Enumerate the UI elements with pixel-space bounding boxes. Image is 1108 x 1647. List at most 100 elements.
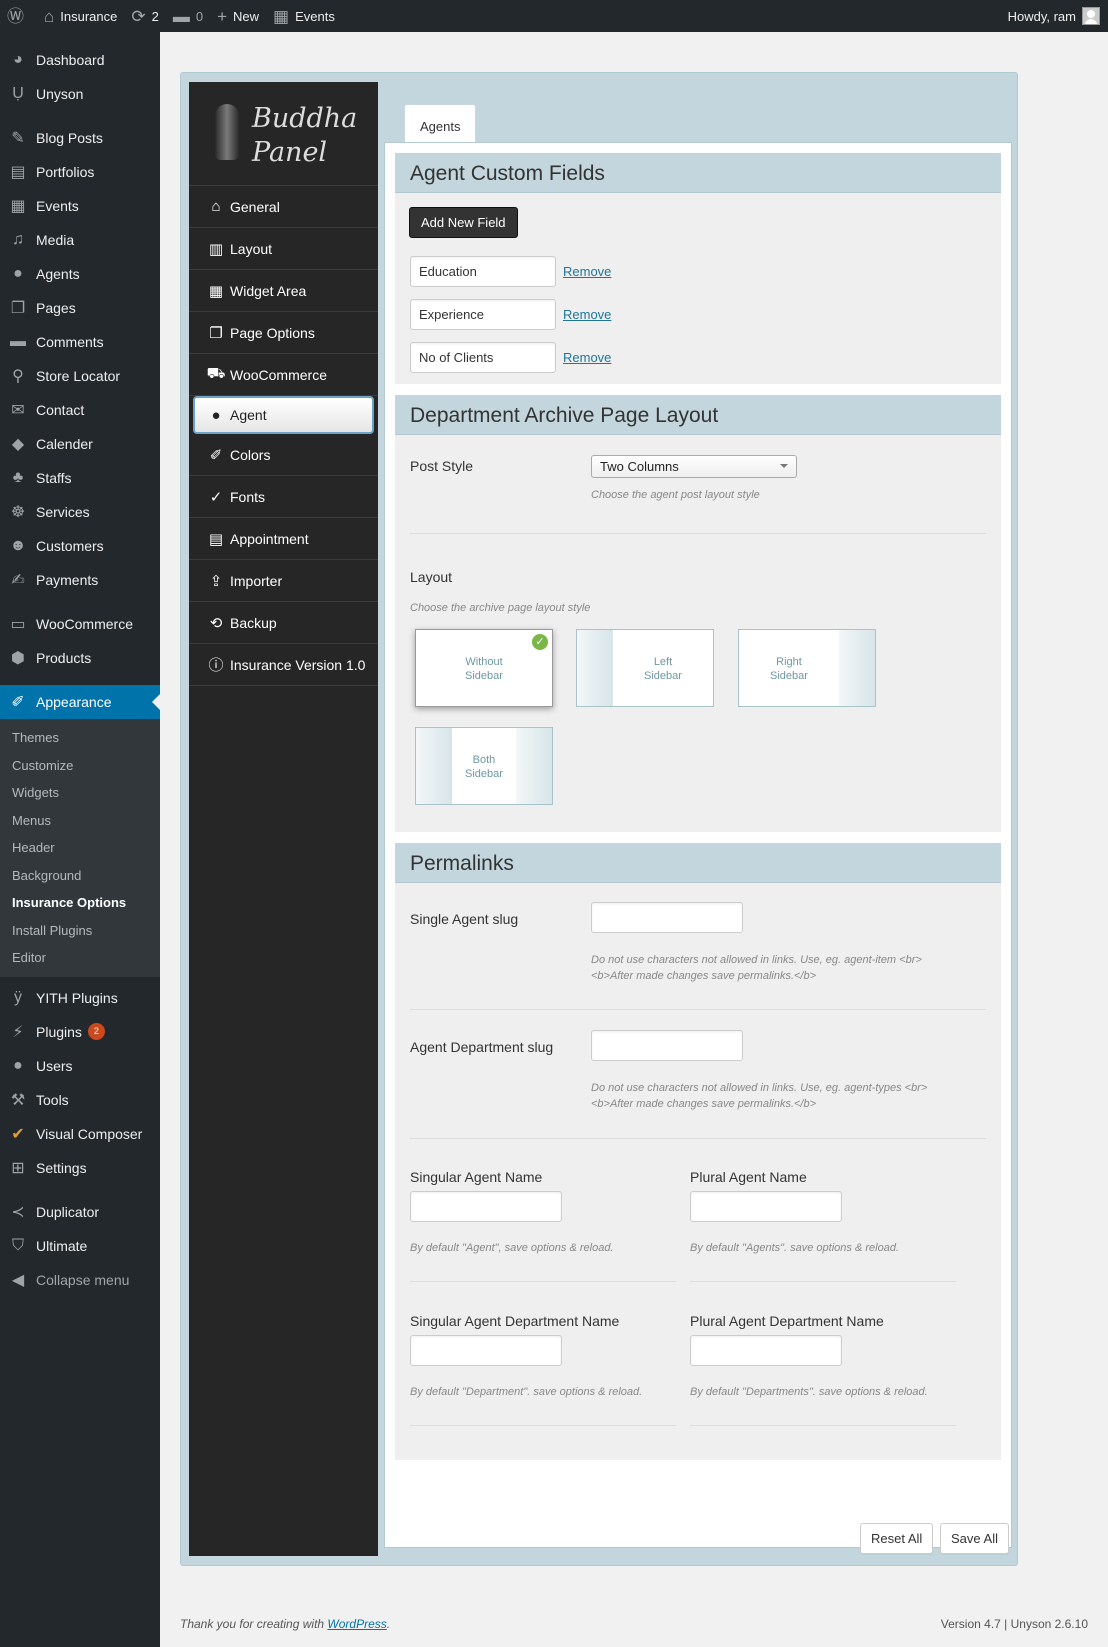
panel-nav-appointment[interactable]: ▤ Appointment (189, 518, 378, 560)
panel-tabs: Agents (404, 104, 477, 144)
wp-logo-button[interactable]: Ⓦ (0, 0, 37, 32)
menu-item-blog-posts[interactable]: ✎ Blog Posts (0, 121, 160, 155)
add-new-field-button[interactable]: Add New Field (409, 207, 518, 238)
singular-agent-name-input[interactable] (410, 1191, 562, 1222)
form-icon: ▤ (208, 530, 224, 548)
menu-item-visual-composer[interactable]: ✔ Visual Composer (0, 1117, 160, 1151)
sidebar-shape (577, 630, 613, 706)
save-all-button[interactable]: Save All (940, 1523, 1009, 1554)
menu-item-yith-plugins[interactable]: ÿ YITH Plugins (0, 981, 160, 1015)
menu-item-pages[interactable]: ❐ Pages (0, 291, 160, 325)
menu-item-events[interactable]: ▦ Events (0, 189, 160, 223)
singular-department-name-input[interactable] (410, 1335, 562, 1366)
panel-nav-version[interactable]: ⓘ Insurance Version 1.0 (189, 644, 378, 686)
panel-nav-general[interactable]: ⌂ General (189, 186, 378, 228)
my-account-link[interactable]: Howdy, ram (1001, 0, 1108, 32)
menu-item-woocommerce[interactable]: ▭ WooCommerce (0, 607, 160, 641)
panel-nav-page-options[interactable]: ❐ Page Options (189, 312, 378, 354)
archive-layout-section: Department Archive Page Layout Post Styl… (395, 395, 1001, 832)
menu-item-appearance[interactable]: ✐ Appearance (0, 685, 160, 719)
panel-nav-colors[interactable]: ✐ Colors (189, 434, 378, 476)
settings-icon: ⊞ (11, 1159, 25, 1177)
new-content-link[interactable]: + New (210, 0, 266, 32)
remove-field-link[interactable]: Remove (563, 264, 611, 279)
comment-icon: ▬ (172, 6, 190, 26)
layout-option-left-sidebar[interactable]: Left Sidebar (576, 629, 714, 707)
panel-nav-backup[interactable]: ⟲ Backup (189, 602, 378, 644)
submenu-item-header[interactable]: Header (0, 834, 160, 862)
menu-item-settings[interactable]: ⊞ Settings (0, 1151, 160, 1185)
menu-item-tools[interactable]: ⚒ Tools (0, 1083, 160, 1117)
updates-link[interactable]: ⟳ 2 (124, 0, 165, 32)
plural-department-name-input[interactable] (690, 1335, 842, 1366)
tab-agents[interactable]: Agents (404, 104, 477, 144)
divider (410, 1138, 986, 1139)
singular-agent-name-hint: By default "Agent", save options & reloa… (410, 1242, 614, 1254)
menu-item-unyson[interactable]: Ụ Unyson (0, 77, 160, 111)
layout-icon: ▥ (208, 240, 224, 258)
wordpress-link[interactable]: WordPress (327, 1617, 386, 1631)
custom-field-input[interactable]: Education (410, 256, 556, 287)
menu-item-customers[interactable]: ☻ Customers (0, 529, 160, 563)
remove-field-link[interactable]: Remove (563, 307, 611, 322)
wordpress-icon: Ⓦ (7, 6, 24, 26)
menu-item-services[interactable]: ☸ Services (0, 495, 160, 529)
menu-item-users[interactable]: ● Users (0, 1049, 160, 1083)
divider (410, 533, 986, 534)
reset-all-button[interactable]: Reset All (860, 1523, 934, 1554)
remove-field-link[interactable]: Remove (563, 350, 611, 365)
submenu-item-menus[interactable]: Menus (0, 807, 160, 835)
submenu-item-install-plugins[interactable]: Install Plugins (0, 917, 160, 945)
chevron-down-icon (780, 464, 788, 472)
layout-option-without-sidebar[interactable]: Without Sidebar ✓ (415, 629, 553, 707)
custom-field-input[interactable]: Experience (410, 299, 556, 330)
menu-item-portfolios[interactable]: ▤ Portfolios (0, 155, 160, 189)
panel-nav-agent[interactable]: ● Agent (193, 396, 374, 434)
dashboard-icon: ◕ (13, 51, 23, 68)
custom-field-input[interactable]: No of Clients (410, 342, 556, 373)
post-style-select[interactable]: Two Columns (591, 455, 797, 478)
panel-nav-woocommerce[interactable]: ⛟ WooCommerce (189, 354, 378, 396)
menu-item-plugins[interactable]: ⚡ Plugins 2 (0, 1015, 160, 1049)
menu-item-dashboard[interactable]: ◕ Dashboard (0, 43, 160, 77)
admin-bar: Ⓦ ⌂ Insurance ⟳ 2 ▬ 0 + New ▦ Events Howdy, r… (0, 0, 1108, 32)
single-agent-slug-input[interactable] (591, 902, 743, 933)
comments-link[interactable]: ▬ 0 (166, 0, 210, 32)
info-icon: ⓘ (208, 657, 224, 674)
avatar (1082, 7, 1100, 25)
events-link[interactable]: ▦ Events (266, 0, 342, 32)
footer-thanks: Thank you for creating with WordPress. (180, 1617, 391, 1631)
menu-item-products[interactable]: ⬢ Products (0, 641, 160, 675)
submenu-item-background[interactable]: Background (0, 862, 160, 890)
menu-item-payments[interactable]: ✍ Payments (0, 563, 160, 597)
layout-option-both-sidebar[interactable]: Both Sidebar (415, 727, 553, 805)
layout-hint: Choose the archive page layout style (410, 602, 591, 614)
agent-department-slug-input[interactable] (591, 1030, 743, 1061)
layout-option-right-sidebar[interactable]: Right Sidebar (738, 629, 876, 707)
plural-department-name-hint: By default "Departments". save options &… (690, 1386, 928, 1398)
panel-nav-importer[interactable]: ⇪ Importer (189, 560, 378, 602)
location-icon: ⚲ (12, 368, 24, 385)
divider (690, 1425, 956, 1426)
menu-item-ultimate[interactable]: ⛉ Ultimate (0, 1229, 160, 1263)
submenu-item-customize[interactable]: Customize (0, 752, 160, 780)
menu-item-comments[interactable]: ▬ Comments (0, 325, 160, 359)
menu-item-staffs[interactable]: ♣ Staffs (0, 461, 160, 495)
plural-agent-name-input[interactable] (690, 1191, 842, 1222)
submenu-item-themes[interactable]: Themes (0, 724, 160, 752)
layout-label: Layout (410, 569, 453, 585)
menu-item-calender[interactable]: ◆ Calender (0, 427, 160, 461)
menu-item-store-locator[interactable]: ⚲ Store Locator (0, 359, 160, 393)
site-name-link[interactable]: ⌂ Insurance (37, 0, 124, 32)
menu-item-contact[interactable]: ✉ Contact (0, 393, 160, 427)
panel-nav-widget-area[interactable]: ▦ Widget Area (189, 270, 378, 312)
panel-nav-layout[interactable]: ▥ Layout (189, 228, 378, 270)
menu-item-duplicator[interactable]: ≺ Duplicator (0, 1195, 160, 1229)
collapse-menu-button[interactable]: ◀ Collapse menu (0, 1263, 160, 1297)
menu-item-media[interactable]: ♫ Media (0, 223, 160, 257)
submenu-item-editor[interactable]: Editor (0, 944, 160, 972)
submenu-item-insurance-options[interactable]: Insurance Options (0, 889, 160, 917)
submenu-item-widgets[interactable]: Widgets (0, 779, 160, 807)
menu-item-agents[interactable]: ● Agents (0, 257, 160, 291)
panel-nav-fonts[interactable]: ✓ Fonts (189, 476, 378, 518)
